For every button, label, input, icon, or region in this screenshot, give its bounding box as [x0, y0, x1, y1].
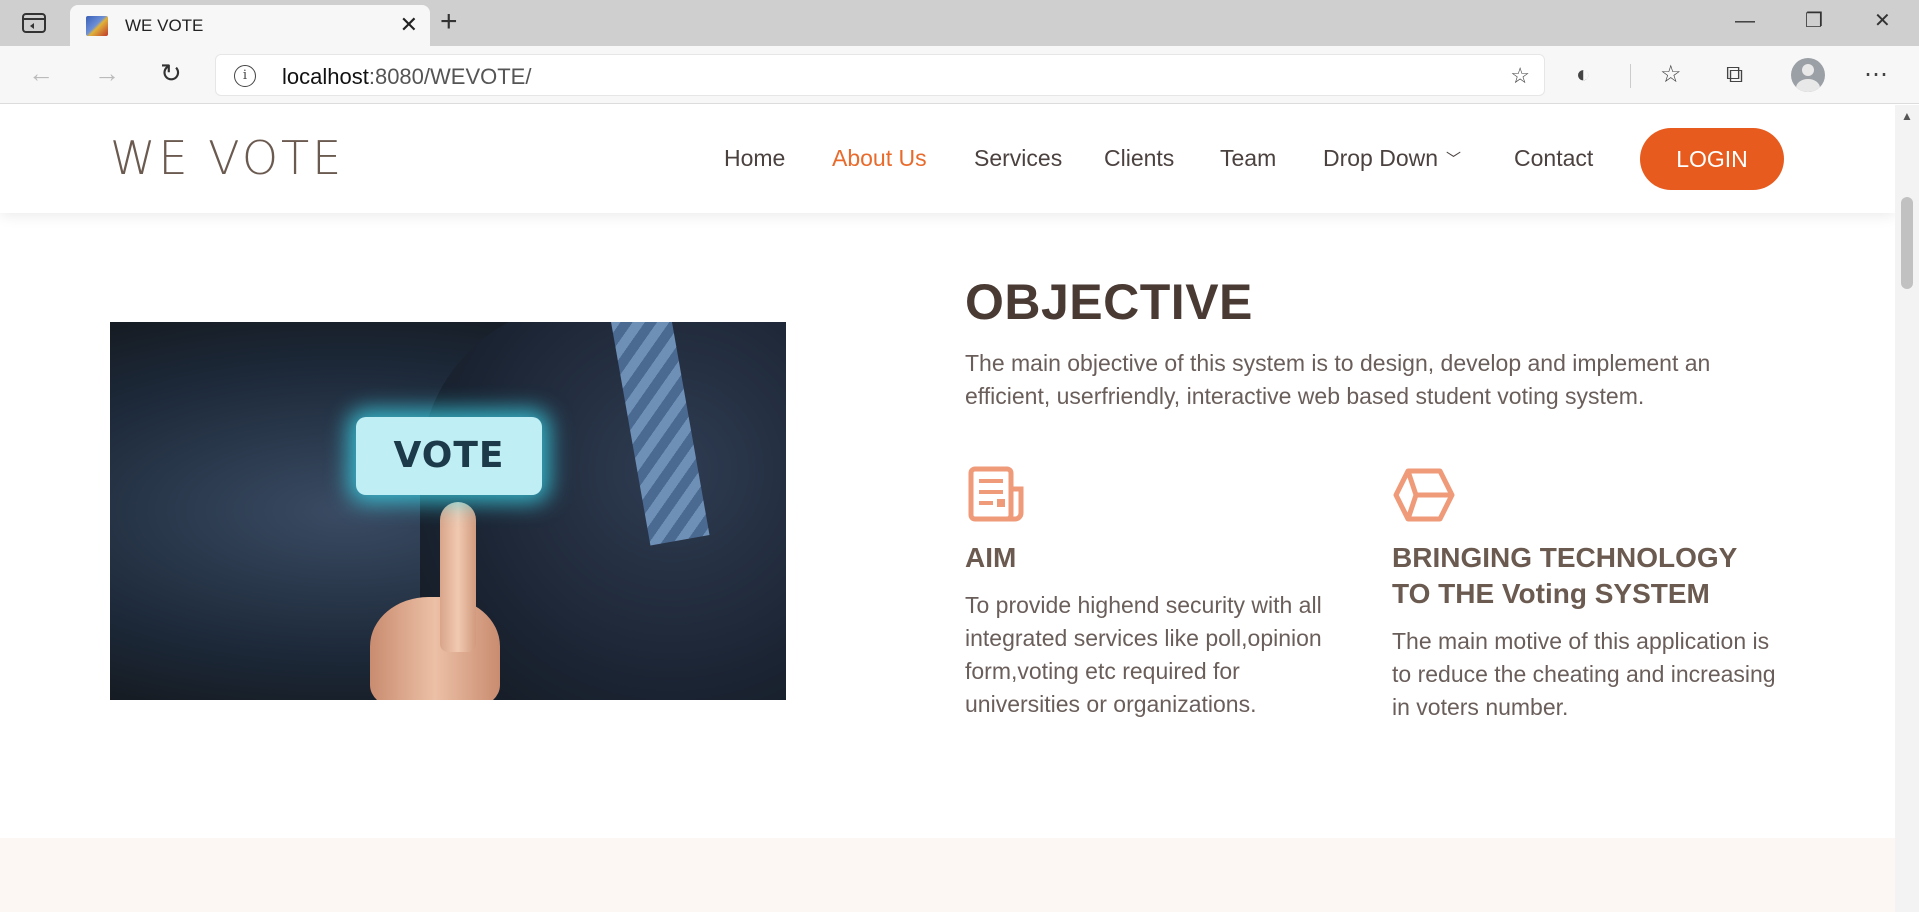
- reload-icon[interactable]: ↻: [160, 58, 182, 88]
- chevron-down-icon: ﹀: [1446, 151, 1462, 168]
- cube-icon: [1392, 465, 1456, 525]
- newspaper-icon: [965, 465, 1029, 525]
- add-favorite-icon[interactable]: ☆: [1510, 63, 1530, 89]
- more-options-icon[interactable]: ⋯: [1864, 61, 1888, 89]
- vote-button-graphic: VOTE: [356, 417, 542, 495]
- window-close-icon[interactable]: ✕: [1874, 6, 1891, 36]
- url-text[interactable]: localhost:8080/WEVOTE/: [282, 64, 531, 90]
- back-icon[interactable]: ←: [28, 58, 54, 88]
- objective-text: The main objective of this system is to …: [965, 350, 1711, 409]
- page-scrollbar[interactable]: ▲: [1895, 105, 1919, 912]
- site-favicon-icon: [86, 16, 108, 36]
- login-button[interactable]: LOGIN: [1640, 128, 1784, 190]
- url-host: localhost: [282, 64, 369, 89]
- browser-tab-bar: WE VOTE ✕ + — ❐ ✕: [0, 0, 1919, 46]
- next-section-background: [0, 838, 1895, 912]
- nav-about-us[interactable]: About Us: [832, 145, 927, 172]
- collections-icon[interactable]: ⧉: [1726, 61, 1743, 89]
- tab-title: WE VOTE: [125, 16, 204, 35]
- tab-actions-icon[interactable]: [14, 10, 54, 36]
- new-tab-icon[interactable]: +: [440, 6, 458, 38]
- feature-technology-title: BRINGING TECHNOLOGY TO THE Voting SYSTEM: [1392, 542, 1737, 609]
- nav-drop-down[interactable]: Drop Down ﹀: [1323, 145, 1461, 172]
- url-path: :8080/WEVOTE/: [368, 64, 532, 89]
- vote-hero-image: VOTE: [110, 322, 786, 700]
- browser-tab[interactable]: WE VOTE ✕: [70, 5, 430, 46]
- browser-toolbar: ← → ↻ i localhost:8080/WEVOTE/ ☆ ◐ ☆ ⧉ ⋯: [0, 46, 1919, 104]
- nav-clients[interactable]: Clients: [1104, 145, 1174, 172]
- address-bar[interactable]: i localhost:8080/WEVOTE/ ☆: [215, 54, 1545, 96]
- toolbar-divider: [1630, 64, 1631, 88]
- extension-icon[interactable]: ◐: [1576, 61, 1591, 89]
- objective-title: OBJECTIVE: [965, 274, 1253, 330]
- hand-graphic: [350, 502, 500, 700]
- scroll-up-icon[interactable]: ▲: [1901, 109, 1913, 123]
- site-info-icon[interactable]: i: [234, 65, 256, 87]
- profile-avatar[interactable]: [1791, 58, 1825, 92]
- forward-icon[interactable]: →: [94, 58, 120, 88]
- scrollbar-thumb[interactable]: [1901, 197, 1913, 289]
- finger-graphic: [440, 502, 476, 652]
- restore-icon[interactable]: ❐: [1805, 6, 1823, 36]
- site-header: WE VOTE Home About Us Services Clients T…: [0, 105, 1895, 213]
- close-tab-icon[interactable]: ✕: [400, 13, 418, 37]
- feature-technology-text: The main motive of this application is t…: [1392, 628, 1776, 720]
- nav-drop-down-label: Drop Down: [1323, 145, 1439, 171]
- nav-services[interactable]: Services: [974, 145, 1062, 172]
- feature-aim-text: To provide highend security with all int…: [965, 592, 1322, 717]
- favorites-icon[interactable]: ☆: [1660, 61, 1682, 89]
- nav-home[interactable]: Home: [724, 145, 785, 172]
- site-logo[interactable]: WE VOTE: [110, 131, 344, 185]
- page-viewport: WE VOTE Home About Us Services Clients T…: [0, 105, 1919, 912]
- nav-contact[interactable]: Contact: [1514, 145, 1593, 172]
- minimize-icon[interactable]: —: [1735, 6, 1755, 36]
- nav-team[interactable]: Team: [1220, 145, 1276, 172]
- feature-aim-title: AIM: [965, 542, 1017, 573]
- palm-graphic: [370, 597, 500, 700]
